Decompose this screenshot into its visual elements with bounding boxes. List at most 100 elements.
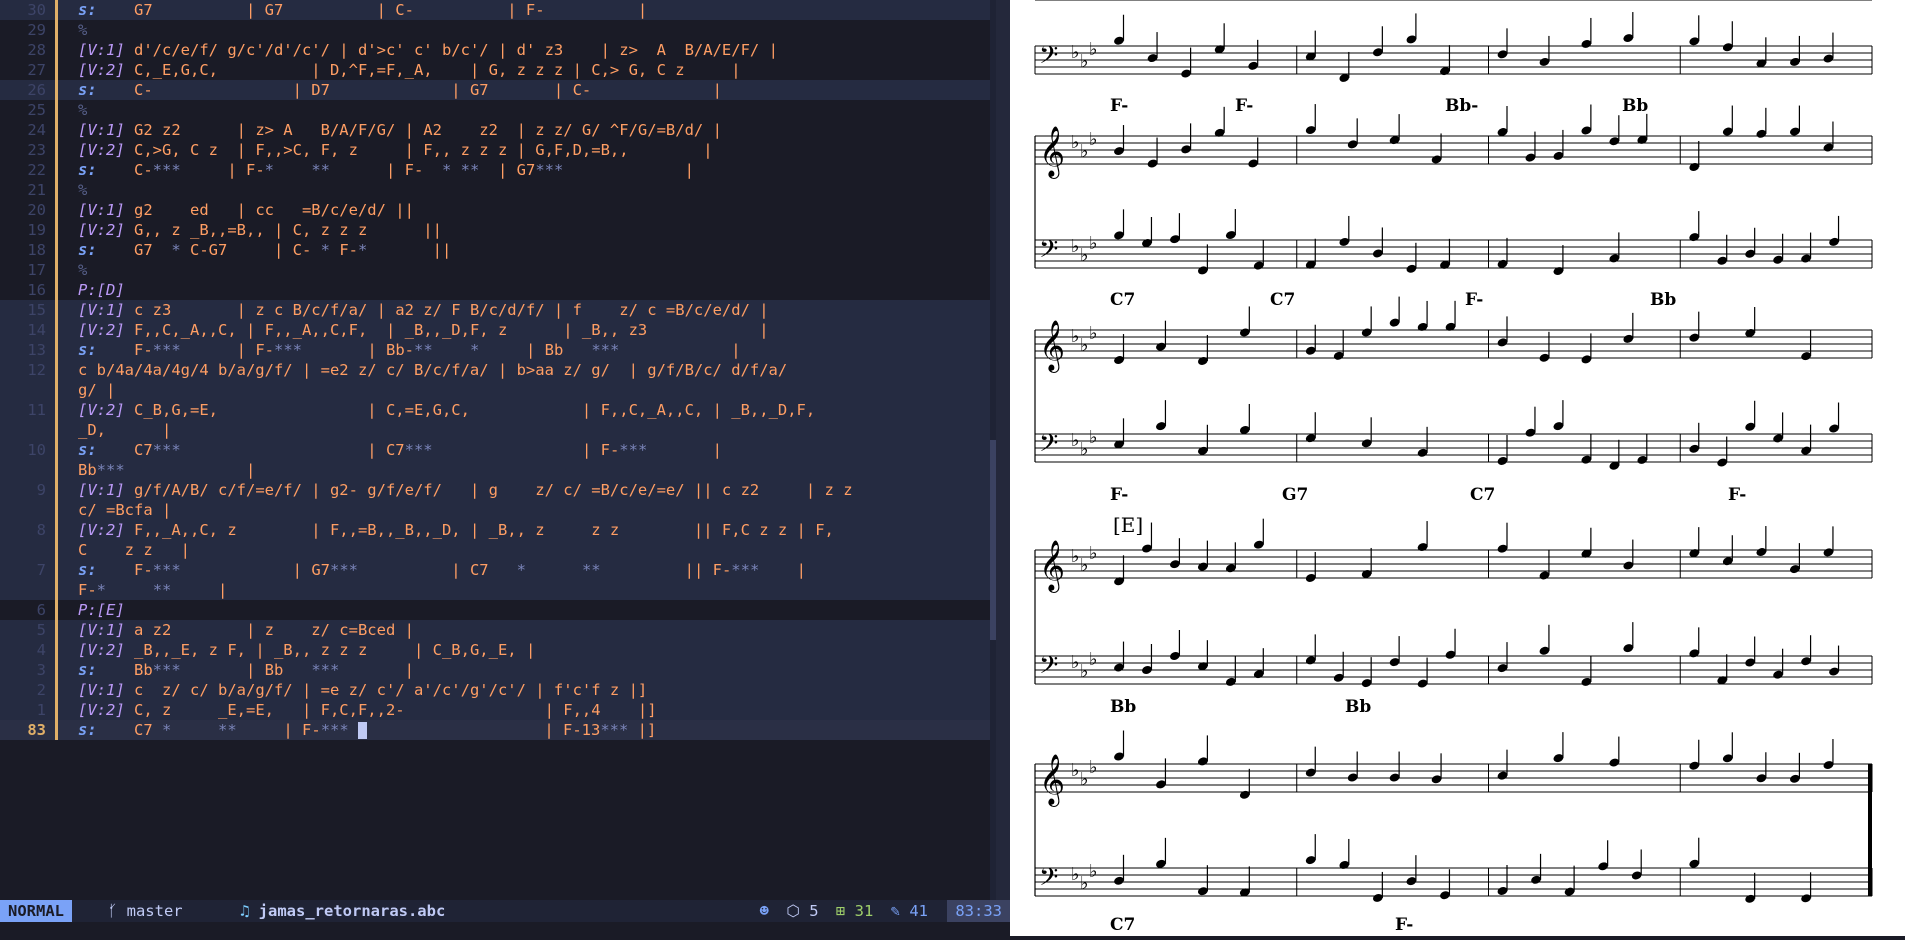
editor-line[interactable]: 18 s: G7 * C-G7 | C- * F-* || [0, 240, 990, 260]
editor-line[interactable]: 12 c b/4a/4a/4g/4 b/a/g/f/ | =e2 z/ c/ B/… [0, 360, 990, 380]
editor-line[interactable]: 10 s: C7*** | C7*** | F-*** | [0, 440, 990, 460]
editor-line[interactable]: 3 s: Bb*** | Bb *** | [0, 660, 990, 680]
editor-line[interactable]: 29% [0, 20, 990, 40]
token: a z2 | z z/ c=Bced | [124, 621, 414, 639]
code-text[interactable]: [V:1] a z2 | z z/ c=Bced | [78, 620, 414, 640]
code-text[interactable]: [V:1] c z3 | z c B/c/f/a/ | a2 z/ F B/c/… [78, 300, 769, 320]
editor-line[interactable]: 27 [V:2] C,_E,G,C, | D,^F,=F,_A, | G, z z… [0, 60, 990, 80]
code-text[interactable]: [V:1] g2 ed | cc =B/c/e/d/ || [78, 200, 414, 220]
editor-line[interactable]: 8 [V:2] F,,_A,,C, z | F,,=B,,_B,,_D, | _B… [0, 520, 990, 540]
editor-line[interactable]: 21% [0, 180, 990, 200]
code-text[interactable]: c b/4a/4a/4g/4 b/a/g/f/ | =e2 z/ c/ B/c/… [78, 360, 787, 380]
token: * [96, 581, 107, 599]
token: *** [152, 561, 181, 579]
code-text[interactable]: [V:1] g/f/A/B/ c/f/=e/f/ | g2- g/f/e/f/ … [78, 480, 853, 500]
code-text[interactable]: s: C-*** | F-* ** | F- * ** | G7*** | [78, 160, 694, 180]
editor-line[interactable]: 6 P:[E] [0, 600, 990, 620]
token: * [516, 561, 526, 579]
code-text[interactable]: s: F-*** | F-*** | Bb-** * | Bb *** | [78, 340, 741, 360]
code-text[interactable]: P:[E] [78, 600, 125, 620]
chord-symbol: C7 [1110, 915, 1135, 935]
editor-line[interactable]: 23 [V:2] C,>G, C z | F,,>C, F, z | F,, z … [0, 140, 990, 160]
editor-line[interactable]: 30 s: G7 | G7 | C- | F- | [0, 0, 990, 20]
editor-line[interactable]: 20 [V:1] g2 ed | cc =B/c/e/d/ || [0, 200, 990, 220]
editor-line[interactable]: 17% [0, 260, 990, 280]
flat-icon: ♭ [1080, 335, 1089, 356]
code-text[interactable]: [V:2] C_B,G,=E, | C,=E,G,C, | F,,C,_A,,C… [78, 400, 815, 420]
text-cursor [358, 722, 368, 739]
code-text[interactable]: [V:2] C, z _E,=E, | F,C,F,,2- | F,,4 |] [78, 700, 657, 720]
editor-line[interactable]: g/ | [0, 380, 990, 400]
code-text[interactable]: c/ =Bcfa | [78, 500, 171, 520]
editor-line[interactable]: 24 [V:1] G2 z2 | z> A B/A/F/G/ | A2 z2 | … [0, 120, 990, 140]
command-line[interactable] [0, 922, 1010, 936]
code-text[interactable]: [V:2] _B,,_E, z F, | _B,, z z z | C_B,G,… [78, 640, 535, 660]
pane-divider[interactable] [996, 0, 1010, 900]
code-text[interactable]: s: C7 * ** | F-*** | F-13*** |] [78, 720, 656, 740]
git-sign [55, 620, 58, 640]
editor-line[interactable]: c/ =Bcfa | [0, 500, 990, 520]
token: * [320, 241, 330, 259]
code-text[interactable]: % [78, 100, 87, 120]
code-text[interactable]: % [78, 20, 87, 40]
token: | [647, 441, 722, 459]
code-text[interactable]: s: Bb*** | Bb *** | [78, 660, 414, 680]
git-sign [55, 0, 58, 20]
treble-clef-icon: 𝄞 [1039, 540, 1065, 593]
code-text[interactable]: P:[D] [78, 280, 125, 300]
editor-line[interactable]: 22 s: C-*** | F-* ** | F- * ** | G7*** | [0, 160, 990, 180]
code-text[interactable]: C z z | [78, 540, 190, 560]
code-text[interactable]: s: G7 * C-G7 | C- * F-* || [78, 240, 451, 260]
code-text[interactable]: [V:2] G,, z _B,,=B,, | C, z z z || [78, 220, 442, 240]
code-text[interactable]: g/ | [78, 380, 115, 400]
editor-line[interactable]: 13 s: F-*** | F-*** | Bb-** * | Bb *** | [0, 340, 990, 360]
editor-line[interactable]: 26 s: C- | D7 | G7 | C- | [0, 80, 990, 100]
code-text[interactable]: _D, | [78, 420, 171, 440]
code-text[interactable]: % [78, 260, 87, 280]
code-text[interactable]: s: G7 | G7 | C- | F- | [78, 0, 647, 20]
editor-line[interactable]: Bb*** | [0, 460, 990, 480]
editor-line[interactable]: 28 [V:1] d'/c/e/f/ g/c'/d'/c'/ | d'>c' c'… [0, 40, 990, 60]
editor-line[interactable]: C z z | [0, 540, 990, 560]
line-number: 4 [36, 641, 46, 659]
token: *** [591, 341, 620, 359]
code-text[interactable]: s: C7*** | C7*** | F-*** | [78, 440, 722, 460]
editor-line[interactable]: 14 [V:2] F,,C,_A,,C, | F,,_A,,C,F, | _B,,… [0, 320, 990, 340]
editor-line[interactable]: 19 [V:2] G,, z _B,,=B,, | C, z z z || [0, 220, 990, 240]
editor-line[interactable]: 4 [V:2] _B,,_E, z F, | _B,, z z z | C_B,G… [0, 640, 990, 660]
token: | F- [432, 441, 620, 459]
editor-line[interactable]: 15 [V:1] c z3 | z c B/c/f/a/ | a2 z/ F B/… [0, 300, 990, 320]
token: s: [78, 441, 97, 459]
treble-clef-icon: 𝄞 [1039, 320, 1065, 373]
editor-line[interactable]: 2 [V:1] c z/ c/ b/a/g/f/ | =e z/ c'/ a'/c… [0, 680, 990, 700]
editor-line[interactable]: _D, | [0, 420, 990, 440]
code-text[interactable]: [V:1] c z/ c/ b/a/g/f/ | =e z/ c'/ a'/c'… [78, 680, 647, 700]
code-text[interactable]: % [78, 180, 87, 200]
editor-line[interactable]: 83 s: C7 * ** | F-*** | F-13*** |] [0, 720, 990, 740]
code-text[interactable]: [V:1] G2 z2 | z> A B/A/F/G/ | A2 z2 | z … [78, 120, 722, 140]
code-text[interactable]: [V:2] C,_E,G,C, | D,^F,=F,_A, | G, z z z… [78, 60, 741, 80]
code-text[interactable]: Bb*** | [78, 460, 255, 480]
code-text[interactable]: [V:2] F,,C,_A,,C, | F,,_A,,C,F, | _B,,_D… [78, 320, 769, 340]
line-number: 25 [27, 101, 46, 119]
editor-line[interactable]: 16 P:[D] [0, 280, 990, 300]
code-text[interactable]: s: C- | D7 | G7 | C- | [78, 80, 722, 100]
editor-line[interactable]: 7 s: F-*** | G7*** | C7 * ** || F-*** | [0, 560, 990, 580]
code-text[interactable]: [V:2] C,>G, C z | F,,>C, F, z | F,, z z … [78, 140, 713, 160]
code-text[interactable]: [V:2] F,,_A,,C, z | F,,=B,,_B,,_D, | _B,… [78, 520, 834, 540]
editor-line[interactable]: 5 [V:1] a z2 | z z/ c=Bced | [0, 620, 990, 640]
editor-pane[interactable]: 30 s: G7 | G7 | C- | F- | 29% 28 [V:1] d'/c/… [0, 0, 990, 900]
editor-line[interactable]: 11 [V:2] C_B,G,=E, | C,=E,G,C, | F,,C,_A,… [0, 400, 990, 420]
diff-modified-icon: ✎ [890, 902, 900, 920]
code-text[interactable]: [V:1] d'/c/e/f/ g/c'/d'/c'/ | d'>c' c' b… [78, 40, 778, 60]
code-text[interactable]: F-* ** | [78, 580, 227, 600]
token: | [759, 561, 806, 579]
code-text[interactable]: s: F-*** | G7*** | C7 * ** || F-*** | [78, 560, 806, 580]
flat-icon: ♭ [1071, 236, 1080, 257]
editor-line[interactable]: 1 [V:2] C, z _E,=E, | F,C,F,,2- | F,,4 |] [0, 700, 990, 720]
editor-line[interactable]: F-* ** | [0, 580, 990, 600]
editor-line[interactable]: 25% [0, 100, 990, 120]
treble-clef-icon: 𝄞 [1039, 754, 1065, 807]
editor-line[interactable]: 9 [V:1] g/f/A/B/ c/f/=e/f/ | g2- g/f/e/f/… [0, 480, 990, 500]
